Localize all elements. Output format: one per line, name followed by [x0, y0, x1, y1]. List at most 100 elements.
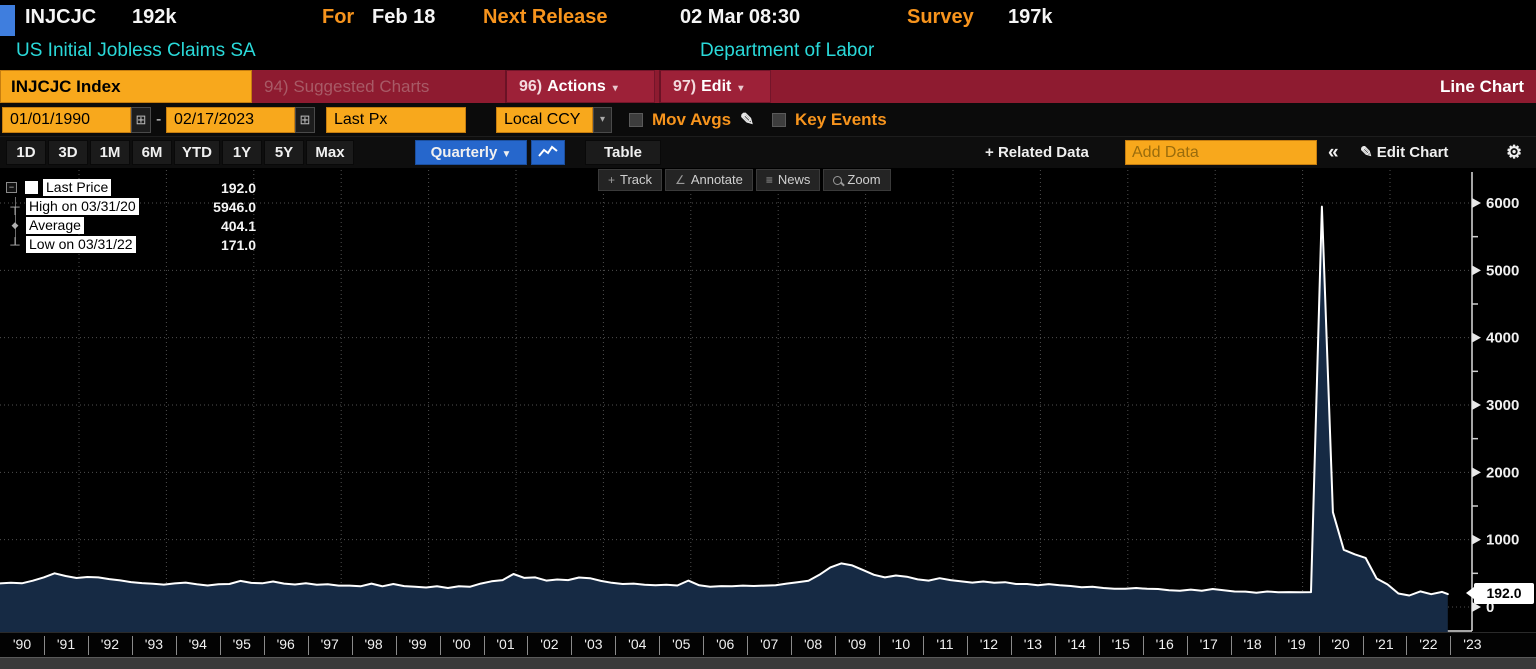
price-type-select[interactable]: Last Px	[326, 107, 466, 133]
y-axis-tick-arrow	[1472, 535, 1481, 545]
period-5y[interactable]: 5Y	[264, 140, 304, 165]
x-axis-separator	[396, 636, 397, 655]
x-axis-separator	[879, 636, 880, 655]
x-axis-separator	[1099, 636, 1100, 655]
related-data-button[interactable]: + Related Data	[985, 137, 1089, 168]
x-axis-year-label: '90	[5, 636, 39, 652]
x-axis-year-label: '19	[1280, 636, 1314, 652]
x-axis-year-label: '12	[972, 636, 1006, 652]
x-axis-year-label: '05	[664, 636, 698, 652]
menu-suggested-charts[interactable]: 94) Suggested Charts	[264, 70, 429, 103]
legend-value: 192.0	[221, 180, 256, 196]
x-axis-year-label: '13	[1016, 636, 1050, 652]
legend-row-high[interactable]: ┬ High on 03/31/20 5946.0	[6, 197, 256, 216]
x-axis-separator	[615, 636, 616, 655]
edit-chart-button[interactable]: ✎ Edit Chart	[1360, 137, 1448, 168]
currency-select[interactable]: Local CCY	[496, 107, 593, 133]
calendar-icon[interactable]: ⊞	[295, 107, 315, 133]
key-events-label[interactable]: Key Events	[795, 103, 887, 137]
chart-settings-gear-button[interactable]: ⚙	[1506, 137, 1522, 168]
ticker-last-value: 192k	[132, 6, 177, 29]
y-axis-tick-label: 6000	[1486, 195, 1519, 212]
collapse-button[interactable]: «	[1328, 137, 1339, 168]
period-toolbar: 1D 3D 1M 6M YTD 1Y 5Y Max Quarterly ▼ Ta…	[0, 137, 1536, 168]
legend-label: Last Price	[43, 179, 111, 196]
x-axis-separator	[440, 636, 441, 655]
mov-avgs-pencil-icon[interactable]: ✎	[740, 103, 754, 137]
table-button[interactable]: Table	[585, 140, 661, 165]
legend-row-low[interactable]: ┴ Low on 03/31/22 171.0	[6, 235, 256, 254]
date-from-input[interactable]: 01/01/1990	[2, 107, 131, 133]
x-axis-year-label: '17	[1192, 636, 1226, 652]
chart-legend: − Last Price 192.0 ┬ High on 03/31/20 59…	[6, 178, 256, 254]
period-max[interactable]: Max	[306, 140, 354, 165]
security-input[interactable]: INJCJC Index	[0, 70, 252, 103]
add-data-input[interactable]	[1125, 140, 1317, 165]
x-axis-separator	[659, 636, 660, 655]
y-axis-tick-arrow	[1472, 400, 1481, 410]
y-axis-tick-label: 2000	[1486, 464, 1519, 481]
x-axis-year-label: '09	[840, 636, 874, 652]
x-axis-separator	[44, 636, 45, 655]
line-chart-type-button[interactable]	[531, 140, 565, 165]
period-3d[interactable]: 3D	[48, 140, 88, 165]
annotate-button[interactable]: ∠Annotate	[665, 169, 753, 191]
x-axis-year-label: '99	[401, 636, 435, 652]
x-axis-year-label: '02	[532, 636, 566, 652]
y-axis-tick-arrow	[1472, 198, 1481, 208]
calendar-icon[interactable]: ⊞	[131, 107, 151, 133]
period-ytd[interactable]: YTD	[174, 140, 220, 165]
x-axis-year-label: '96	[269, 636, 303, 652]
currency-dropdown-button[interactable]: ▾	[593, 107, 612, 133]
menu-edit-button[interactable]: 97)Edit▾	[659, 70, 771, 103]
zoom-button[interactable]: Zoom	[823, 169, 890, 191]
x-axis-year-label: '91	[49, 636, 83, 652]
x-axis-year-label: '16	[1148, 636, 1182, 652]
x-axis-separator	[1187, 636, 1188, 655]
x-axis-year-label: '22	[1411, 636, 1445, 652]
legend-row-last-price[interactable]: − Last Price 192.0	[6, 178, 256, 197]
next-release-value: 02 Mar 08:30	[680, 6, 800, 29]
window-bottom-bar	[0, 657, 1536, 669]
x-axis-separator	[308, 636, 309, 655]
x-axis-separator	[791, 636, 792, 655]
period-1d[interactable]: 1D	[6, 140, 46, 165]
news-button[interactable]: ≡News	[756, 169, 821, 191]
price-line	[0, 207, 1448, 596]
x-axis-year-label: '18	[1236, 636, 1270, 652]
mov-avgs-checkbox[interactable]	[629, 113, 643, 127]
x-axis-separator	[264, 636, 265, 655]
last-price-swatch	[25, 181, 38, 194]
x-axis-separator	[220, 636, 221, 655]
x-axis-separator	[1055, 636, 1056, 655]
legend-row-average[interactable]: ◆ Average 404.1	[6, 216, 256, 235]
period-1m[interactable]: 1M	[90, 140, 130, 165]
chart-settings-bar: 01/01/1990 ⊞ - 02/17/2023 ⊞ Last Px Loca…	[0, 103, 1536, 137]
menu-actions-button[interactable]: 96)Actions▾	[505, 70, 655, 103]
period-1y[interactable]: 1Y	[222, 140, 262, 165]
date-to-input[interactable]: 02/17/2023	[166, 107, 295, 133]
x-axis-year-label: '15	[1104, 636, 1138, 652]
track-button[interactable]: +Track	[598, 169, 662, 191]
legend-expander[interactable]: −	[6, 182, 17, 193]
x-axis-year-label: '06	[708, 636, 742, 652]
x-axis-separator	[1406, 636, 1407, 655]
frequency-select[interactable]: Quarterly ▼	[415, 140, 527, 165]
x-axis-separator	[1143, 636, 1144, 655]
mov-avgs-label[interactable]: Mov Avgs	[652, 103, 731, 137]
area-fill	[0, 207, 1448, 632]
gear-icon: ⚙	[1506, 142, 1522, 162]
for-label: For	[322, 6, 354, 29]
last-price-axis-chip: 192.0	[1474, 583, 1534, 604]
x-axis-separator	[571, 636, 572, 655]
x-axis-year-label: '97	[313, 636, 347, 652]
chart-plot-area[interactable]: 0100020003000400050006000 +Track ∠Annota…	[0, 168, 1536, 632]
survey-value: 197k	[1008, 6, 1053, 29]
for-value: Feb 18	[372, 6, 435, 29]
high-marker-icon: ┬	[6, 199, 24, 214]
x-axis-year-label: '03	[576, 636, 610, 652]
x-axis-year-label: '11	[928, 636, 962, 652]
y-axis-tick-label: 1000	[1486, 532, 1519, 549]
key-events-checkbox[interactable]	[772, 113, 786, 127]
period-6m[interactable]: 6M	[132, 140, 172, 165]
